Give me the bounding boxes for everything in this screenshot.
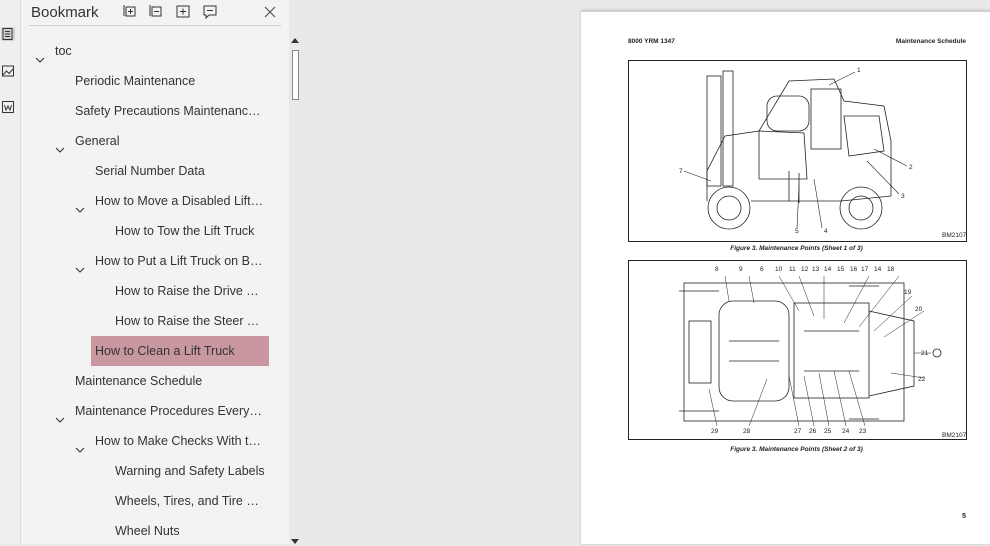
- callout-number: 23: [859, 428, 867, 435]
- callout-number: 22: [918, 376, 926, 383]
- collapse-all-icon[interactable]: [148, 4, 164, 20]
- callout-number: 17: [861, 266, 869, 273]
- header-divider: [29, 25, 281, 26]
- side-rail: [0, 0, 21, 544]
- callout-number: 3: [901, 193, 905, 200]
- bookmark-item-selected[interactable]: How to Clean a Lift Truck: [21, 336, 269, 366]
- figure-maintenance-points-sheet-2: 8 9 6 10 11 12 13 14 15 16 17 14 18 19 20 21 22 29 28 27 26 2…: [628, 260, 974, 440]
- bookmark-item[interactable]: Periodic Maintenance: [21, 66, 269, 96]
- bookmark-item-label: How to Tow the Lift Truck: [115, 224, 255, 238]
- chevron-down-icon[interactable]: [75, 196, 85, 213]
- scroll-up-arrow[interactable]: [291, 38, 299, 43]
- image-panel-icon[interactable]: [1, 64, 15, 78]
- figure1-caption: Figure 3. Maintenance Points (Sheet 1 of…: [730, 245, 863, 252]
- bookmark-item-label: How to Clean a Lift Truck: [91, 336, 269, 366]
- bookmark-item-label: How to Move a Disabled Lift T...: [95, 194, 265, 208]
- bookmark-item-label: Warning and Safety Labels: [115, 464, 265, 478]
- bookmark-item[interactable]: General: [21, 126, 269, 156]
- callout-number: 15: [837, 266, 845, 273]
- expand-all-icon[interactable]: [122, 4, 138, 20]
- callout-number: 2: [909, 164, 913, 171]
- figure-code: BM210714: [942, 232, 966, 239]
- callout-number: 18: [887, 266, 895, 273]
- bookmark-item[interactable]: How to Make Checks With the...: [21, 426, 269, 456]
- bookmark-item-label: Serial Number Data: [95, 164, 205, 178]
- callout-number: 8: [715, 266, 719, 273]
- bookmark-item[interactable]: How to Tow the Lift Truck: [21, 216, 269, 246]
- callout-number: 9: [739, 266, 743, 273]
- bookmark-item-label: How to Raise the Steer Tires: [115, 314, 265, 328]
- chevron-down-icon[interactable]: [35, 46, 45, 63]
- bookmark-item[interactable]: How to Raise the Drive Tires: [21, 276, 269, 306]
- callout-number: 25: [824, 428, 832, 435]
- bookmark-item-label: General: [75, 134, 120, 148]
- bookmark-item[interactable]: How to Raise the Steer Tires: [21, 306, 269, 336]
- close-icon[interactable]: [262, 4, 278, 20]
- bookmark-item[interactable]: Maintenance Schedule: [21, 366, 269, 396]
- bookmark-item-label: How to Put a Lift Truck on Blo...: [95, 254, 265, 268]
- bookmark-item-label: Wheels, Tires, and Tire Pre...: [115, 494, 265, 508]
- page-header-right: Maintenance Schedule: [895, 38, 966, 45]
- bookmark-item[interactable]: Safety Precautions Maintenance a...: [21, 96, 269, 126]
- callout-number: 5: [795, 228, 799, 235]
- bookmark-item[interactable]: Wheel Nuts: [21, 516, 269, 546]
- callout-number: 24: [842, 428, 850, 435]
- bookmark-panel: Bookmark toc Periodic Maintenance Safety P…: [21, 0, 299, 546]
- bookmark-item[interactable]: How to Move a Disabled Lift T...: [21, 186, 269, 216]
- bookmark-panel-header: Bookmark: [21, 0, 289, 26]
- callout-number: 21: [921, 350, 929, 357]
- bookmark-item-label: Periodic Maintenance: [75, 74, 196, 88]
- callout-number: 29: [711, 428, 719, 435]
- bookmark-item[interactable]: Serial Number Data: [21, 156, 269, 186]
- page-header-left: 8000 YRM 1347: [628, 38, 675, 45]
- callout-number: 27: [794, 428, 802, 435]
- callout-number: 1: [857, 67, 861, 74]
- callout-number: 14: [874, 266, 882, 273]
- figure-maintenance-points-sheet-1: 1 2 3 4 5 7 BM210714: [628, 60, 974, 242]
- bookmark-panel-icon[interactable]: [1, 27, 15, 41]
- bookmark-item-label: Maintenance Schedule: [75, 374, 203, 388]
- word-panel-icon[interactable]: [1, 100, 15, 114]
- chevron-down-icon[interactable]: [75, 256, 85, 273]
- bookmark-item[interactable]: toc: [21, 36, 269, 66]
- panel-title: Bookmark: [31, 4, 99, 21]
- bookmark-item-label: How to Make Checks With the...: [95, 434, 265, 448]
- callout-number: 12: [801, 266, 809, 273]
- page-top-edge: [581, 10, 990, 12]
- scroll-thumb[interactable]: [292, 50, 299, 100]
- callout-number: 6: [760, 266, 764, 273]
- page-number: 5: [962, 513, 966, 520]
- figure-code: BM210715: [942, 432, 966, 439]
- callout-number: 14: [824, 266, 832, 273]
- bookmark-item-label: toc: [55, 44, 72, 58]
- scroll-down-arrow[interactable]: [291, 539, 299, 544]
- bookmark-item-label: How to Raise the Drive Tires: [115, 284, 265, 298]
- bookmark-item[interactable]: Maintenance Procedures Every 8 ...: [21, 396, 269, 426]
- callout-number: 11: [789, 266, 796, 273]
- bookmark-item-label: Safety Precautions Maintenance a...: [75, 104, 265, 118]
- callout-number: 20: [915, 306, 923, 313]
- callout-number: 26: [809, 428, 817, 435]
- callout-number: 16: [850, 266, 858, 273]
- bookmark-item-label: Wheel Nuts: [115, 524, 180, 538]
- tree-scrollbar[interactable]: [289, 36, 301, 544]
- callout-number: 13: [812, 266, 820, 273]
- bookmark-item[interactable]: Warning and Safety Labels: [21, 456, 269, 486]
- bookmark-item-label: Maintenance Procedures Every 8 ...: [75, 404, 265, 418]
- callout-number: 28: [743, 428, 751, 435]
- callout-number: 7: [679, 168, 683, 175]
- bookmark-item[interactable]: Wheels, Tires, and Tire Pre...: [21, 486, 269, 516]
- chevron-down-icon[interactable]: [75, 436, 85, 453]
- callout-number: 4: [824, 228, 828, 235]
- bookmark-item[interactable]: How to Put a Lift Truck on Blo...: [21, 246, 269, 276]
- add-bookmark-icon[interactable]: [175, 4, 191, 20]
- figure2-caption: Figure 3. Maintenance Points (Sheet 2 of…: [730, 446, 863, 453]
- chevron-down-icon[interactable]: [55, 136, 65, 153]
- callout-number: 10: [775, 266, 783, 273]
- document-page: 8000 YRM 1347 Maintenance Schedule 1 2 3…: [581, 10, 990, 544]
- chevron-down-icon[interactable]: [55, 406, 65, 423]
- callout-number: 19: [904, 289, 912, 296]
- bookmark-options-icon[interactable]: [202, 4, 218, 20]
